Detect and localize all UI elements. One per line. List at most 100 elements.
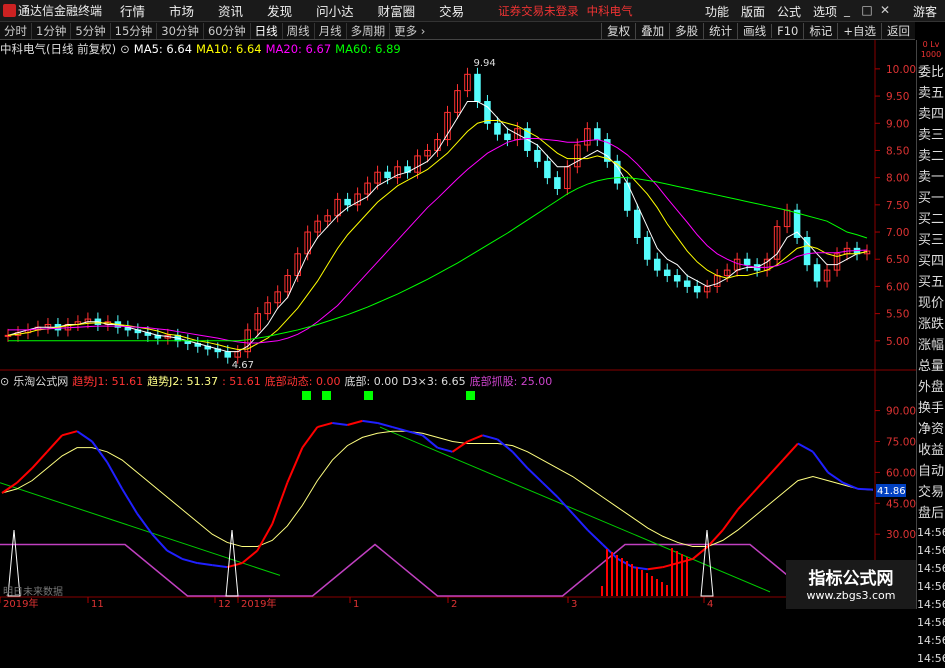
candle-body[interactable]	[653, 258, 661, 271]
j1-segment	[511, 451, 529, 469]
date-tick-label: 2019年	[241, 597, 276, 609]
j1-segment	[782, 442, 799, 461]
sidebar-time-6: 14:56	[917, 634, 945, 647]
sidebar-item-0[interactable]: 委比	[917, 62, 945, 83]
j1-segment	[121, 488, 139, 515]
quote-sidebar: 0 Lv 1000 委比 卖五 卖四 卖三 卖二 卖一 买一 买二 买三 买四 买五 现价 涨跌 涨幅 总量外…	[916, 40, 945, 665]
sidebar-time-5: 14:56	[917, 616, 945, 629]
candle-body[interactable]	[504, 133, 511, 141]
j1-segment	[91, 440, 108, 463]
j1-segment	[541, 481, 559, 498]
candle-body[interactable]	[643, 236, 651, 260]
j1-segment	[556, 496, 574, 515]
ind-tick-label: 30.00	[886, 529, 916, 541]
j1-segment	[812, 451, 829, 473]
j1-segment	[286, 447, 304, 484]
candle-body[interactable]	[743, 258, 751, 266]
j1-segment	[392, 426, 408, 433]
sidebar-item-12[interactable]: 涨跌	[917, 314, 945, 335]
sidebar-item-2[interactable]: 卖四	[917, 104, 945, 125]
candle-body[interactable]	[544, 160, 551, 179]
sidebar-item-4[interactable]: 卖二	[917, 146, 945, 167]
sidebar-item-19[interactable]: 自动	[917, 461, 945, 482]
sidebar-item-7[interactable]: 买二	[917, 209, 945, 230]
price-tick-label: 10.00	[886, 64, 916, 76]
sidebar-head: 0 Lv 1000	[920, 40, 942, 59]
watermark-big: 指标公式网	[808, 569, 894, 589]
candle-body[interactable]	[693, 285, 701, 293]
buy-signal-marker[interactable]	[466, 391, 475, 400]
j1-segment	[662, 562, 679, 569]
j1-segment	[16, 467, 33, 484]
sidebar-item-5[interactable]: 卖一	[917, 167, 945, 188]
sidebar-item-6[interactable]: 买一	[917, 188, 945, 209]
j1-segment	[586, 529, 604, 546]
candle-body[interactable]	[494, 122, 501, 135]
candle-body[interactable]	[384, 171, 391, 179]
buy-signal-marker[interactable]	[364, 391, 373, 400]
j1-segment	[31, 451, 48, 469]
sidebar-item-21[interactable]: 盘后	[917, 503, 945, 524]
date-tick-label: 11	[91, 599, 104, 609]
ind-tick-label: 60.00	[886, 467, 916, 479]
j1-segment	[797, 442, 814, 453]
j1-segment	[46, 434, 63, 453]
sidebar-time-1: 14:56	[917, 544, 945, 557]
chart-svg[interactable]: 10.00 9.50 9.00 8.50 8.00 7.50 7.00 6.50 6.00 5.5…	[0, 0, 916, 609]
j1-segment	[256, 523, 274, 552]
price-tick-label: 7.50	[886, 200, 909, 212]
price-tick-label: 5.50	[886, 309, 909, 321]
buy-signal-marker[interactable]	[322, 391, 331, 400]
candle-body[interactable]	[663, 269, 671, 277]
j1-segment	[857, 487, 874, 491]
candle-body[interactable]	[344, 198, 351, 206]
sidebar-item-18[interactable]: 收益	[917, 440, 945, 461]
j1-segment	[332, 421, 348, 427]
j1-segment	[632, 566, 648, 571]
candle-body[interactable]	[474, 73, 481, 103]
sidebar-item-10[interactable]: 买五	[917, 272, 945, 293]
candle-body[interactable]	[224, 351, 232, 358]
j1-segment	[647, 566, 663, 571]
candle-body[interactable]	[534, 149, 541, 162]
guest-label[interactable]: 游客	[913, 3, 937, 20]
j1-segment	[752, 475, 769, 494]
candle-body[interactable]	[594, 128, 601, 141]
j1-segment	[467, 434, 483, 443]
sidebar-item-8[interactable]: 买三	[917, 230, 945, 251]
j1-segment	[76, 430, 93, 443]
sidebar-time-0: 14:56	[917, 526, 945, 539]
candle-body[interactable]	[803, 236, 811, 266]
sidebar-item-1[interactable]: 卖五	[917, 83, 945, 104]
date-tick-label: 2019年	[3, 597, 38, 609]
high-price-label: 9.94	[473, 58, 495, 69]
price-tick-label: 9.50	[886, 91, 909, 103]
j1-segment	[362, 419, 378, 424]
sidebar-item-15[interactable]: 外盘	[917, 377, 945, 398]
sidebar-item-11[interactable]: 现价	[917, 293, 945, 314]
candle-body[interactable]	[813, 264, 821, 282]
candle-body[interactable]	[484, 101, 491, 124]
price-tick-label: 6.00	[886, 281, 909, 293]
j1-segment	[181, 557, 198, 565]
price-tick-label: 8.50	[886, 145, 909, 157]
sidebar-item-16[interactable]: 换手	[917, 398, 945, 419]
date-tick-label: 1	[353, 599, 359, 609]
candle-body[interactable]	[554, 177, 561, 190]
sidebar-item-17[interactable]: 净资	[917, 419, 945, 440]
price-tick-label: 6.50	[886, 254, 909, 266]
ind-tick-label: 45.00	[886, 498, 916, 510]
ma20-line	[8, 137, 868, 344]
sidebar-item-20[interactable]: 交易	[917, 482, 945, 503]
sidebar-item-3[interactable]: 卖三	[917, 125, 945, 146]
watermark-small: www.zbgs3.com	[806, 589, 896, 602]
candle-body[interactable]	[634, 209, 641, 238]
candle-body[interactable]	[683, 280, 691, 287]
candle-body[interactable]	[673, 275, 681, 282]
sidebar-item-9[interactable]: 买四	[917, 251, 945, 272]
j1-segment	[197, 562, 213, 567]
buy-signal-marker[interactable]	[302, 391, 311, 400]
sidebar-item-13[interactable]: 涨幅	[917, 335, 945, 356]
j1-segment	[151, 533, 168, 552]
sidebar-item-14[interactable]: 总量	[917, 356, 945, 377]
